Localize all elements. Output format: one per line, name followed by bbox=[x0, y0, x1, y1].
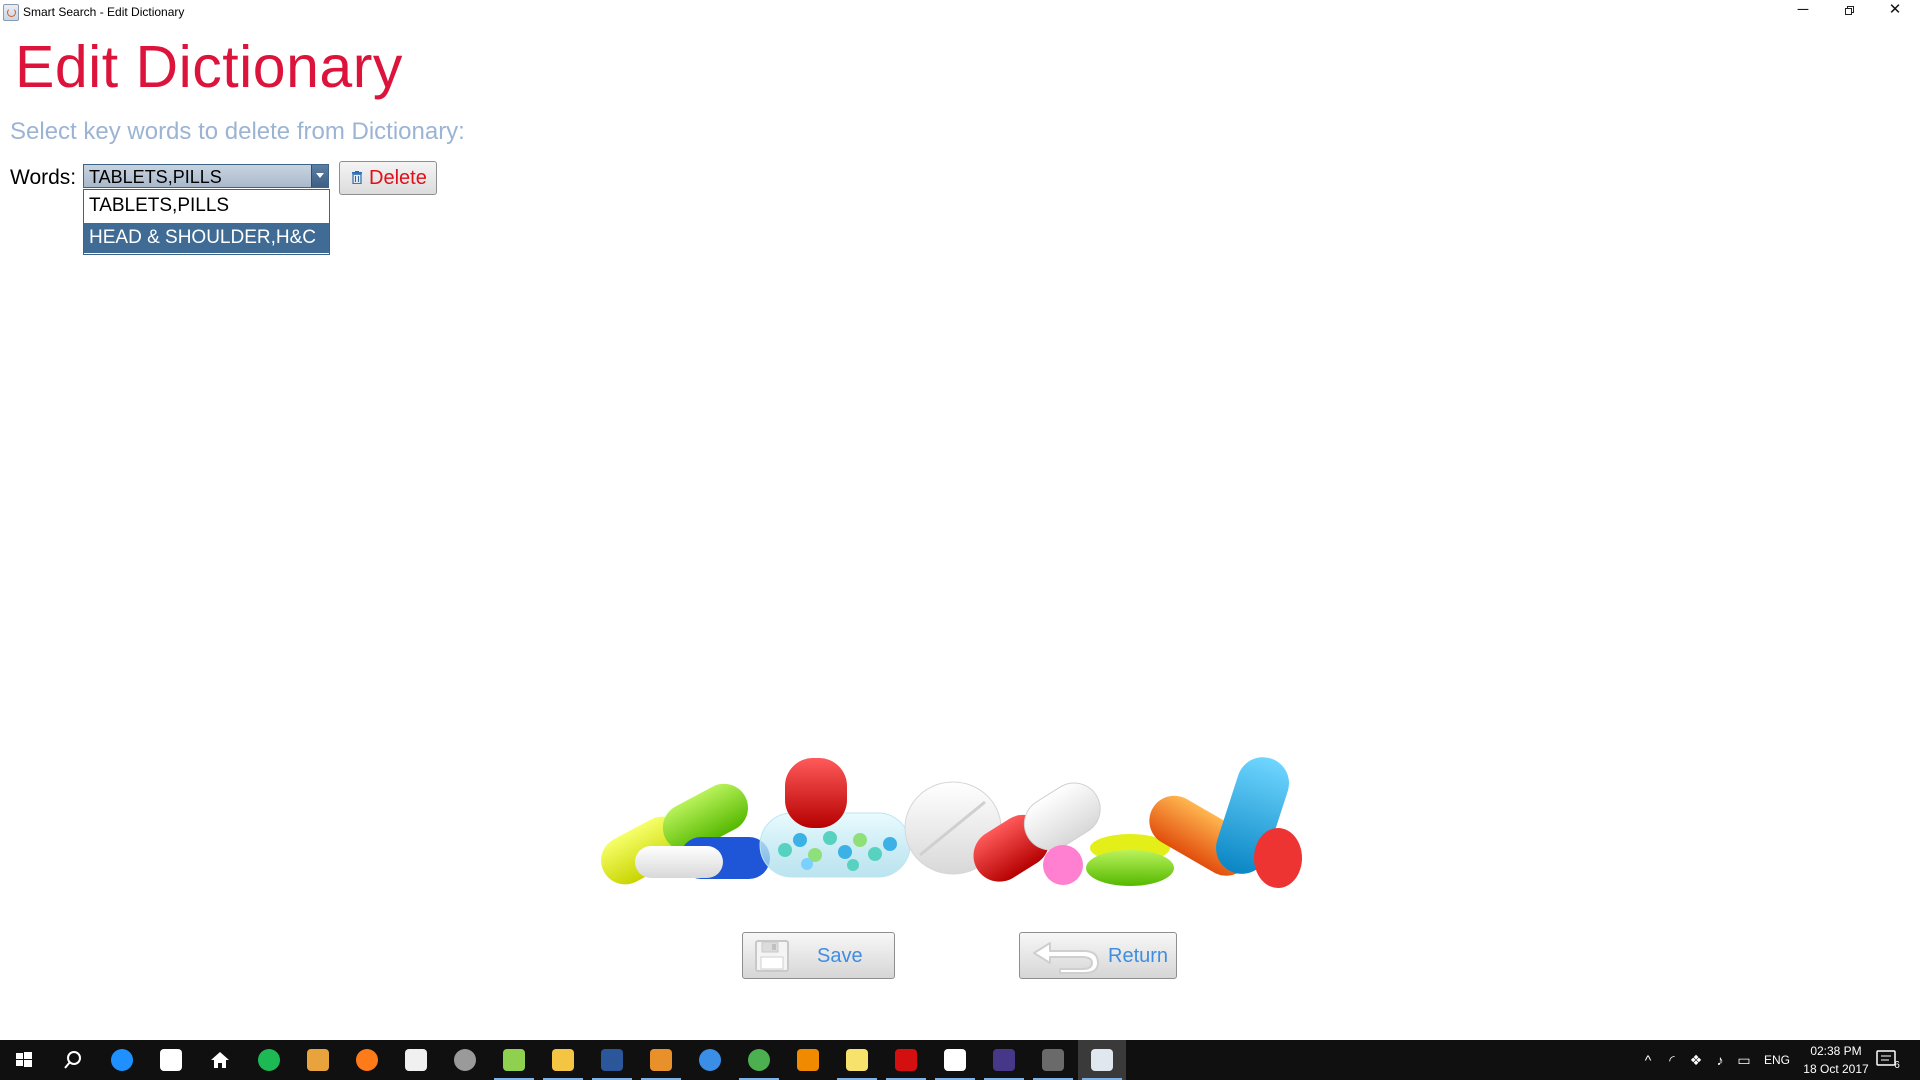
taskbar-start-button[interactable] bbox=[0, 1040, 48, 1080]
spotify-icon bbox=[258, 1049, 280, 1071]
minimize-button[interactable]: ─ bbox=[1780, 0, 1826, 22]
home-icon bbox=[209, 1049, 231, 1071]
restore-icon bbox=[1844, 6, 1854, 15]
taskbar-app-doc-button[interactable] bbox=[392, 1040, 440, 1080]
words-dropdown-list: TABLETS,PILLS HEAD & SHOULDER,H&C bbox=[83, 189, 330, 255]
taskbar-edge-button[interactable] bbox=[98, 1040, 146, 1080]
notepad-icon bbox=[503, 1049, 525, 1071]
taskbar-app-globe-button[interactable] bbox=[441, 1040, 489, 1080]
eclipse-icon bbox=[993, 1049, 1015, 1071]
taskbar-app-orange-button[interactable] bbox=[294, 1040, 342, 1080]
words-selected-value: TABLETS,PILLS bbox=[89, 167, 222, 187]
words-combobox[interactable]: TABLETS,PILLS bbox=[83, 164, 329, 188]
volume-icon[interactable]: ♪ bbox=[1712, 1052, 1728, 1068]
trash-icon bbox=[352, 171, 362, 184]
app-window: Smart Search - Edit Dictionary ─ ✕ Edit … bbox=[0, 0, 1920, 1040]
taskbar-word-button[interactable] bbox=[588, 1040, 636, 1080]
taskbar-notepad-button[interactable] bbox=[490, 1040, 538, 1080]
return-button-label: Return bbox=[1108, 945, 1169, 967]
return-arrow-icon bbox=[1033, 942, 1099, 974]
instruction-text: Select key words to delete from Dictiona… bbox=[10, 118, 465, 145]
taskbar-acrobat-button[interactable] bbox=[882, 1040, 930, 1080]
chevron-up-icon[interactable]: ^ bbox=[1640, 1052, 1656, 1068]
sticky-note-icon bbox=[846, 1049, 868, 1071]
clock-date[interactable]: 18 Oct 2017 bbox=[1796, 1062, 1876, 1076]
clock-time[interactable]: 02:38 PM bbox=[1806, 1044, 1866, 1058]
java-icon bbox=[1091, 1049, 1113, 1071]
firefox-icon bbox=[356, 1049, 378, 1071]
delete-button[interactable]: Delete bbox=[339, 161, 437, 195]
feedback-icon bbox=[699, 1049, 721, 1071]
chrome-icon bbox=[748, 1049, 770, 1071]
close-button[interactable]: ✕ bbox=[1872, 0, 1918, 22]
search-icon bbox=[62, 1049, 84, 1071]
minimize-icon: ─ bbox=[1797, 1, 1809, 18]
globe-icon bbox=[454, 1049, 476, 1071]
document-icon bbox=[405, 1049, 427, 1071]
edge-icon bbox=[111, 1049, 133, 1071]
taskbar-spotify-button[interactable] bbox=[245, 1040, 293, 1080]
vlc-icon bbox=[797, 1049, 819, 1071]
save-button[interactable]: Save bbox=[742, 932, 895, 979]
store-icon bbox=[160, 1049, 182, 1071]
taskbar-firefox-button[interactable] bbox=[343, 1040, 391, 1080]
taskbar-slack-button[interactable] bbox=[931, 1040, 979, 1080]
windows-logo-icon bbox=[13, 1049, 35, 1071]
taskbar-eclipse-button[interactable] bbox=[980, 1040, 1028, 1080]
notification-count: 6 bbox=[1894, 1060, 1900, 1071]
return-button[interactable]: Return bbox=[1019, 932, 1177, 979]
chevron-down-icon[interactable] bbox=[311, 165, 328, 187]
words-label: Words: bbox=[10, 166, 77, 189]
terminal-icon bbox=[1042, 1049, 1064, 1071]
taskbar-chrome-button[interactable] bbox=[735, 1040, 783, 1080]
dropdown-option[interactable]: TABLETS,PILLS bbox=[84, 191, 329, 221]
taskbar: ^ ◜ ❖ ♪ ▭ ENG 02:38 PM 18 Oct 2017 6 bbox=[0, 1040, 1920, 1080]
battery-icon[interactable]: ▭ bbox=[1736, 1052, 1752, 1068]
taskbar-home-button[interactable] bbox=[196, 1040, 244, 1080]
taskbar-vlc-button[interactable] bbox=[784, 1040, 832, 1080]
save-button-label: Save bbox=[817, 945, 863, 967]
taskbar-feedback-button[interactable] bbox=[686, 1040, 734, 1080]
delete-button-label: Delete bbox=[369, 167, 427, 189]
media-player-icon bbox=[650, 1049, 672, 1071]
java-app-icon bbox=[3, 4, 19, 21]
taskbar-store-button[interactable] bbox=[147, 1040, 195, 1080]
slack-icon bbox=[944, 1049, 966, 1071]
taskbar-terminal-button[interactable] bbox=[1029, 1040, 1077, 1080]
wifi-icon[interactable]: ◜ bbox=[1664, 1052, 1680, 1068]
language-indicator[interactable]: ENG bbox=[1764, 1053, 1790, 1067]
window-title: Smart Search - Edit Dictionary bbox=[23, 5, 185, 19]
taskbar-search-button[interactable] bbox=[49, 1040, 97, 1080]
package-icon bbox=[307, 1049, 329, 1071]
close-icon: ✕ bbox=[1888, 1, 1902, 18]
taskbar-explorer-button[interactable] bbox=[539, 1040, 587, 1080]
taskbar-media-button[interactable] bbox=[637, 1040, 685, 1080]
title-bar: Smart Search - Edit Dictionary ─ ✕ bbox=[0, 0, 1920, 24]
word-icon bbox=[601, 1049, 623, 1071]
dropbox-icon[interactable]: ❖ bbox=[1688, 1052, 1704, 1068]
folder-icon bbox=[552, 1049, 574, 1071]
dropdown-option-highlighted[interactable]: HEAD & SHOULDER,H&C bbox=[84, 223, 329, 253]
taskbar-sticky-notes-button[interactable] bbox=[833, 1040, 881, 1080]
restore-button[interactable] bbox=[1826, 0, 1872, 22]
pills-illustration bbox=[601, 757, 1302, 888]
page-title: Edit Dictionary bbox=[15, 34, 403, 100]
taskbar-java-button[interactable] bbox=[1078, 1040, 1126, 1080]
acrobat-icon bbox=[895, 1049, 917, 1071]
floppy-disk-icon bbox=[755, 940, 789, 972]
